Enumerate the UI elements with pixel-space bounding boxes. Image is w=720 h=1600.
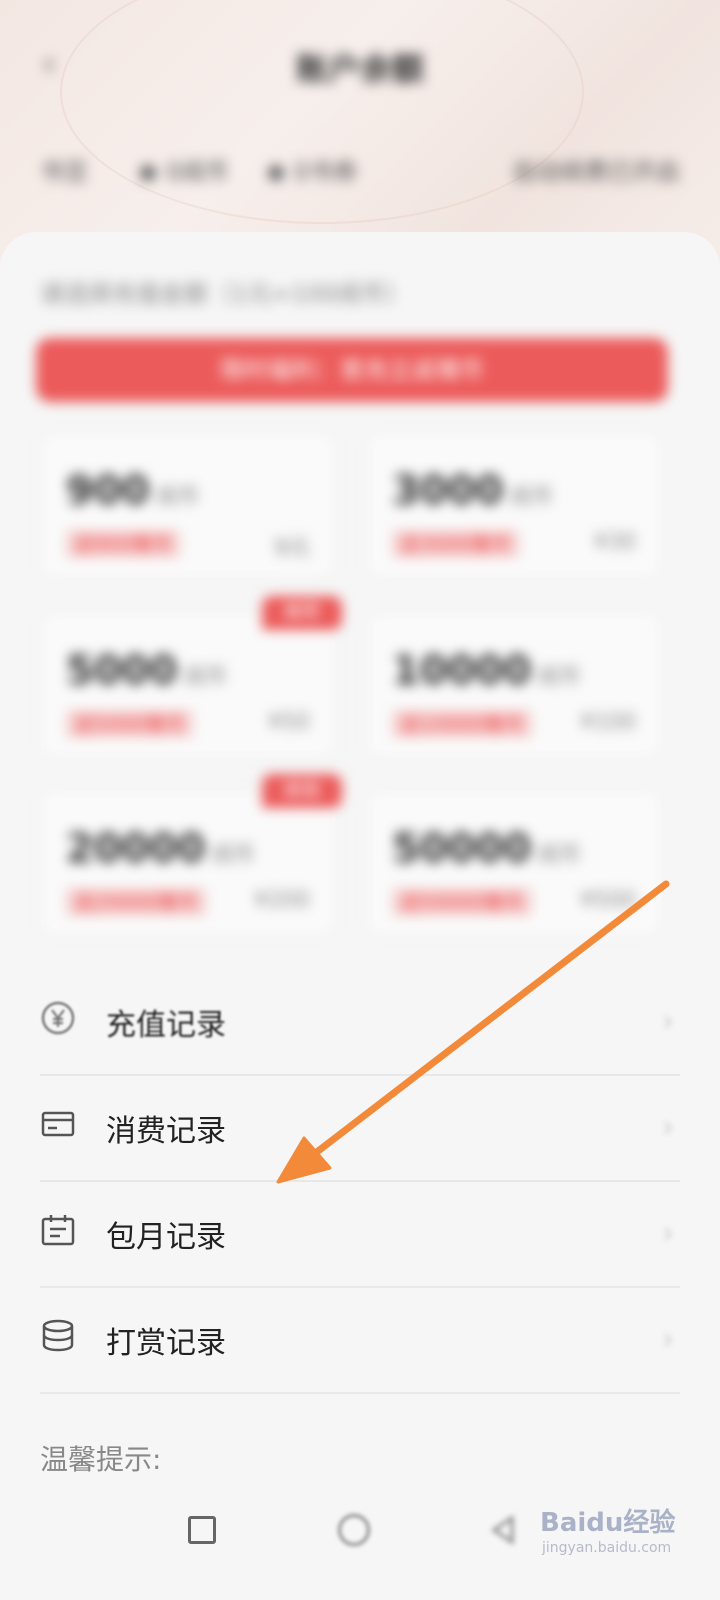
menu-item-reward-records[interactable]: 打赏记录 › — [40, 1288, 680, 1394]
card-amount: 900 阅币 — [66, 468, 200, 514]
card-price: ¥30 — [594, 530, 636, 555]
card-bonus: 送900赠币 — [66, 530, 181, 558]
coin-balance: 0阅币 — [140, 152, 229, 187]
coins-icon — [42, 1319, 74, 1352]
menu-item-monthly-records[interactable]: 包月记录 › — [40, 1182, 680, 1288]
voucher-balance: 0书券 — [268, 152, 357, 187]
watermark-logo: Baidu经验 — [540, 1508, 676, 1538]
recharge-subtitle: 请选择充值金额（1元=100阅币） — [40, 280, 410, 308]
card-price: 9元 — [274, 536, 310, 561]
card-price: ¥50 — [268, 710, 310, 735]
watermark-url: jingyan.baidu.com — [542, 1540, 672, 1556]
tips-heading: 温馨提示: — [40, 1443, 162, 1476]
card-amount: 10000 阅币 — [392, 648, 582, 694]
card-bonus: 送50000赠币 — [392, 888, 532, 916]
card-amount: 3000 阅币 — [392, 468, 554, 514]
menu-item-recharge-records[interactable]: 充值记录 › — [40, 970, 680, 1076]
chevron-right-icon: › — [662, 1004, 674, 1039]
recharge-option-card[interactable]: 推荐 5000 阅币 送5000赠币 ¥50 — [40, 596, 342, 758]
recharge-option-card[interactable]: 50000 阅币 送50000赠币 ¥500 — [366, 790, 662, 936]
chevron-right-icon: › — [662, 1110, 674, 1145]
yen-icon — [41, 1001, 75, 1035]
card-bonus: 送5000赠币 — [66, 710, 193, 738]
card-bonus: 送20000赠币 — [66, 888, 206, 916]
promo-banner[interactable]: 限时福利：首充立返赠币 — [36, 338, 668, 402]
back-triangle-icon[interactable] — [488, 1514, 520, 1546]
page-title: 账户余额 — [295, 50, 424, 88]
menu-item-label: 消费记录 — [106, 1114, 226, 1149]
balance-label: 书豆 — [40, 158, 88, 186]
records-menu: 充值记录 › 消费记录 › 包月记录 › 打赏记录 › — [40, 970, 680, 1394]
card-bonus: 送3000赠币 — [392, 530, 519, 558]
chevron-right-icon: › — [662, 1322, 674, 1357]
card-icon — [41, 1111, 75, 1137]
menu-item-label: 包月记录 — [106, 1220, 226, 1255]
voucher-dot-icon — [268, 165, 284, 181]
card-amount: 5000 阅币 — [66, 648, 228, 694]
chevron-right-icon: › — [662, 1216, 674, 1251]
coin-dot-icon — [140, 165, 156, 181]
card-tag-badge: 超值 — [262, 774, 342, 808]
recharge-option-card[interactable]: 3000 阅币 送3000赠币 ¥30 — [366, 432, 662, 578]
card-bonus: 送10000赠币 — [392, 710, 532, 738]
menu-item-consumption-records[interactable]: 消费记录 › — [40, 1076, 680, 1182]
card-amount: 50000 阅币 — [392, 826, 582, 872]
recharge-option-card[interactable]: 超值 20000 阅币 送20000赠币 ¥200 — [40, 774, 342, 936]
auto-renew-link[interactable]: 自动续费已开启 — [512, 152, 680, 187]
back-arrow-icon[interactable]: ‹ — [34, 46, 64, 82]
baidu-jingyan-watermark: Baidu经验 jingyan.baidu.com — [540, 1498, 710, 1562]
recent-apps-icon[interactable] — [188, 1516, 216, 1544]
menu-item-label: 打赏记录 — [106, 1326, 226, 1361]
recharge-option-card[interactable]: 10000 阅币 送10000赠币 ¥100 — [366, 612, 662, 758]
card-price: ¥500 — [580, 888, 636, 913]
card-price: ¥100 — [580, 710, 636, 735]
card-amount: 20000 阅币 — [66, 826, 256, 872]
recharge-option-card[interactable]: 900 阅币 送900赠币 9元 — [40, 432, 336, 578]
balance-row: 书豆 0阅币 0书券 自动续费已开启 — [40, 148, 680, 188]
card-price: ¥200 — [254, 888, 310, 913]
card-tag-badge: 推荐 — [262, 596, 342, 630]
menu-item-label: 充值记录 — [106, 1008, 226, 1043]
calendar-icon — [41, 1215, 75, 1246]
home-icon[interactable] — [338, 1514, 370, 1546]
